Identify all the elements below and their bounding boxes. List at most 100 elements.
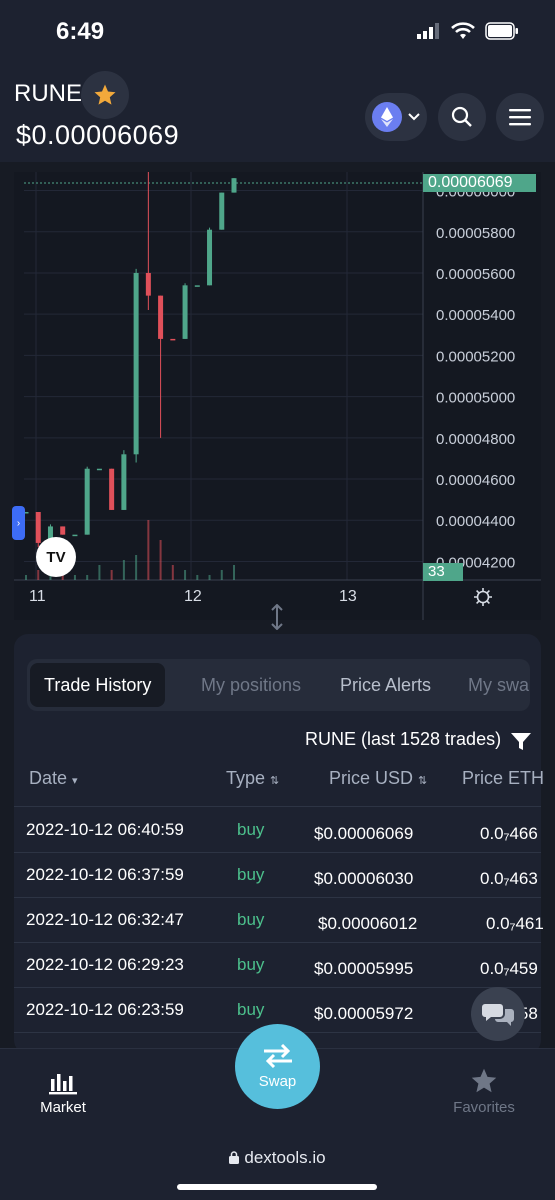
- settings-gear-icon[interactable]: [473, 587, 493, 607]
- volume-bar: [37, 570, 40, 580]
- table-row[interactable]: 2022-10-12 06:29:23 buy $0.00005995 0.0₇…: [14, 943, 541, 988]
- trade-type: buy: [237, 955, 265, 974]
- volume-bar: [122, 560, 125, 580]
- volume-bar: [86, 575, 89, 580]
- candle-body: [133, 272, 139, 455]
- trade-price-usd: $0.00006069: [314, 824, 414, 843]
- nav-favorites[interactable]: Favorites: [447, 1065, 521, 1116]
- status-icons: [417, 22, 519, 40]
- nav-market-label: Market: [40, 1099, 86, 1116]
- column-price-usd-label: Price USD: [329, 768, 414, 788]
- volume-bar: [171, 565, 174, 580]
- app-header: RUNE $0.00006069: [0, 62, 555, 162]
- column-date[interactable]: Date ▾: [29, 768, 78, 789]
- trade-type: buy: [237, 865, 265, 884]
- status-bar: 6:49: [0, 0, 555, 62]
- chart-side-toggle[interactable]: ›: [12, 506, 25, 540]
- search-button[interactable]: [438, 93, 486, 141]
- volume-bar: [233, 565, 235, 580]
- price-axis-label: 0.00004400: [436, 513, 515, 530]
- filter-icon[interactable]: [510, 732, 532, 752]
- battery-icon: [485, 22, 518, 40]
- table-row[interactable]: 2022-10-12 06:37:59 buy $0.00006030 0.0₇…: [14, 853, 541, 898]
- tab-my-positions[interactable]: My positions: [187, 663, 315, 707]
- star-icon: [94, 84, 116, 105]
- trade-price-eth: 0.0₇461: [486, 914, 544, 933]
- column-price-eth[interactable]: Price ETH: [462, 768, 544, 789]
- candle-body: [219, 192, 225, 230]
- candle-body: [35, 512, 41, 543]
- table-row[interactable]: 2022-10-12 06:40:59 buy $0.00006069 0.0₇…: [14, 808, 541, 853]
- table-row[interactable]: 2022-10-12 06:32:47 buy $0.00006012 0.0₇…: [14, 898, 544, 943]
- candle-body: [121, 454, 127, 510]
- trades-count-title: RUNE (last 1528 trades): [305, 729, 502, 749]
- column-type[interactable]: Type ⇅: [226, 768, 279, 789]
- nav-market[interactable]: Market: [37, 1065, 89, 1116]
- trade-price-usd: $0.00006030: [314, 869, 414, 888]
- trade-price-eth: 0.0₇466: [480, 824, 538, 843]
- sort-down-icon: ▾: [72, 775, 78, 787]
- status-time: 6:49: [56, 18, 105, 45]
- trade-date: 2022-10-12 06:40:59: [26, 820, 184, 839]
- trade-type: buy: [237, 910, 265, 929]
- wifi-icon: [451, 22, 475, 39]
- price-axis-label: 0.00005600: [436, 266, 515, 283]
- volume-bar: [73, 575, 76, 580]
- trade-price-usd: $0.00005995: [314, 959, 414, 978]
- trade-type: buy: [237, 820, 265, 839]
- column-type-label: Type: [226, 768, 266, 788]
- candle-body: [158, 295, 164, 339]
- price-chart[interactable]: 0.00006000 0.00005800 0.00005600 0.00005400…: [14, 172, 541, 620]
- price-axis-label: 0.00005000: [436, 390, 515, 407]
- trade-type: buy: [237, 1000, 265, 1019]
- candlestick-chart[interactable]: 0.000060000.000058000.000056000.00005400…: [14, 172, 541, 620]
- tradingview-logo[interactable]: TV: [36, 537, 76, 577]
- trades-tabs: Trade History My positions Price Alerts …: [27, 659, 530, 711]
- header-divider: [14, 806, 541, 807]
- trade-price-eth: 0.0₇463: [480, 869, 538, 888]
- nav-favorites-label: Favorites: [453, 1099, 515, 1116]
- browser-bar: dextools.io: [0, 1134, 555, 1200]
- candle-body: [60, 526, 66, 535]
- volume-bar: [159, 540, 162, 580]
- volume-bar: [184, 570, 187, 580]
- resize-arrows-icon[interactable]: [267, 604, 287, 630]
- x-tick-label: 13: [339, 588, 357, 605]
- chat-button[interactable]: [471, 987, 525, 1041]
- star-outline-icon: [471, 1068, 497, 1093]
- token-price: $0.00006069: [16, 120, 180, 150]
- home-indicator: [177, 1184, 377, 1190]
- tab-trade-history[interactable]: Trade History: [30, 663, 166, 707]
- column-price-usd[interactable]: Price USD ⇅: [329, 768, 427, 789]
- column-date-label: Date: [29, 768, 68, 788]
- price-axis-label: 0.00004800: [436, 431, 515, 448]
- candle-body: [72, 534, 78, 537]
- candle-body: [145, 272, 151, 296]
- x-tick-label: 12: [184, 588, 202, 605]
- price-axis-label: 0.00005400: [436, 307, 515, 324]
- swap-label: Swap: [258, 1072, 297, 1090]
- chat-bubbles-icon: [482, 1004, 514, 1026]
- favorite-button[interactable]: [81, 71, 129, 119]
- ethereum-icon: [372, 102, 402, 132]
- url-field[interactable]: dextools.io: [0, 1148, 555, 1168]
- candle-body: [194, 285, 200, 287]
- volume-bar: [135, 555, 138, 580]
- trade-date: 2022-10-12 06:23:59: [26, 1000, 184, 1019]
- candle-body: [182, 285, 188, 339]
- menu-button[interactable]: [496, 93, 544, 141]
- volume-bar: [25, 575, 27, 580]
- tab-my-swap[interactable]: My swap: [454, 663, 530, 707]
- volume-tag: 33: [423, 563, 463, 581]
- swap-button[interactable]: Swap: [235, 1024, 320, 1109]
- chain-selector[interactable]: [365, 93, 427, 141]
- volume-bar: [110, 570, 113, 580]
- candle-body: [207, 229, 213, 286]
- sort-icon: ⇅: [418, 775, 428, 787]
- url-text: dextools.io: [244, 1148, 326, 1167]
- price-axis-label: 0.00004600: [436, 472, 515, 489]
- candle-body: [84, 468, 90, 535]
- trade-price-eth: 0.0₇459: [480, 959, 538, 978]
- candle-body: [96, 468, 102, 471]
- tab-price-alerts[interactable]: Price Alerts: [326, 663, 445, 707]
